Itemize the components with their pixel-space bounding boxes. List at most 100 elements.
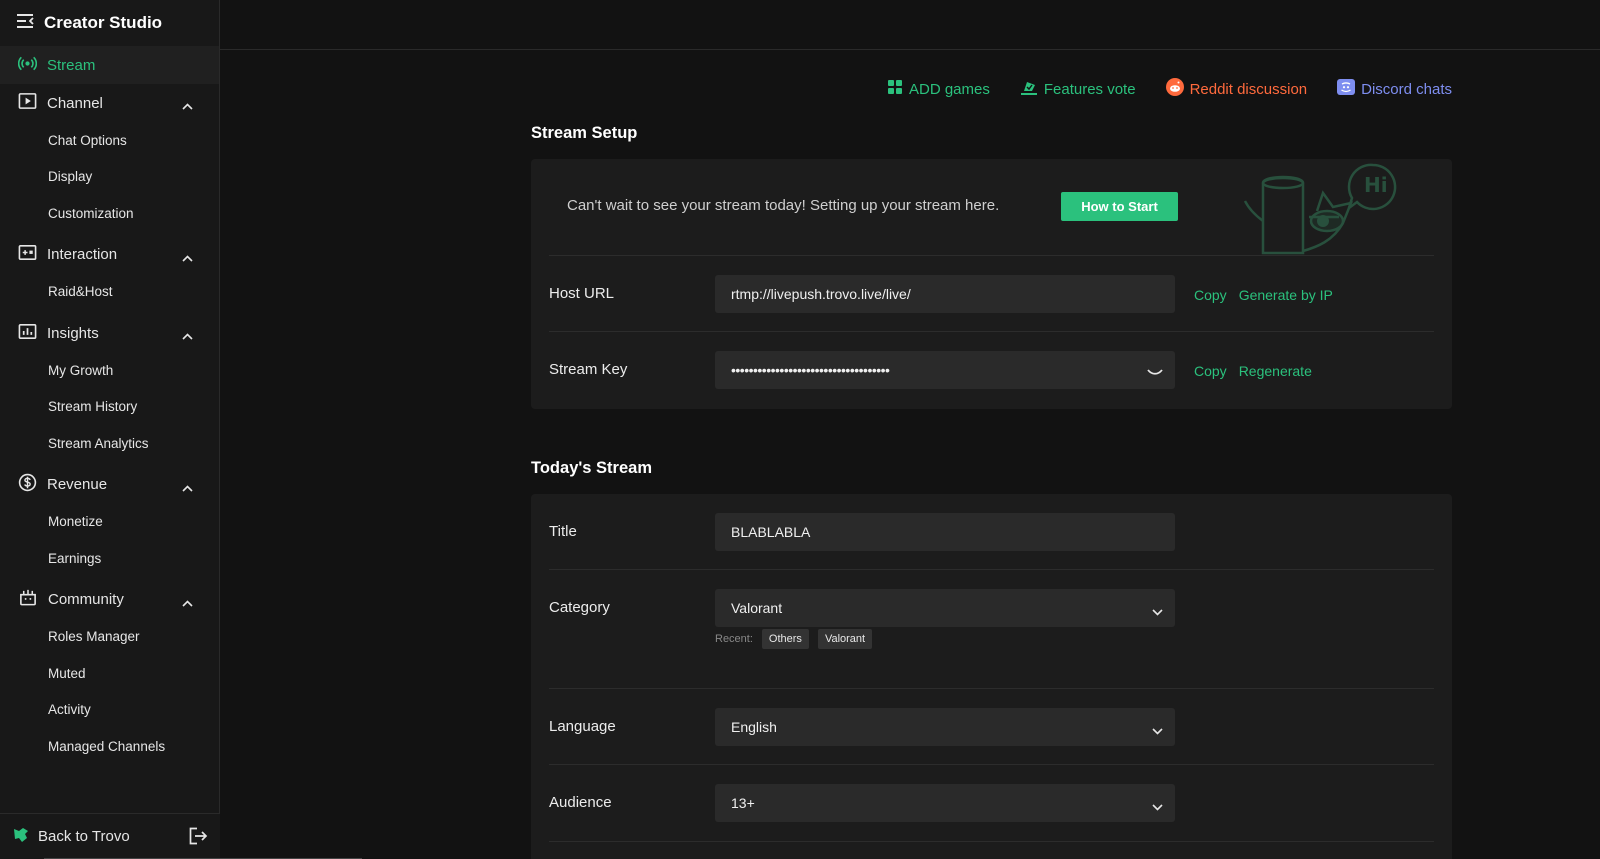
- category-value: Valorant: [731, 600, 783, 616]
- sidebar-group-interaction[interactable]: Interaction: [0, 236, 219, 274]
- language-row: Language English: [549, 689, 1434, 765]
- sidebar-item-label: Stream: [47, 56, 96, 74]
- category-select[interactable]: Valorant: [715, 589, 1175, 627]
- host-url-value: rtmp://livepush.trovo.live/live/: [731, 286, 911, 302]
- copy-host-url-button[interactable]: Copy: [1194, 287, 1227, 303]
- back-to-trovo-label: Back to Trovo: [38, 828, 130, 845]
- language-select[interactable]: English: [715, 708, 1175, 746]
- sidebar-group-label: Interaction: [47, 246, 118, 263]
- reddit-discussion-link[interactable]: Reddit discussion: [1165, 78, 1308, 100]
- chevron-up-icon: [182, 249, 193, 266]
- vote-icon: [1020, 79, 1038, 99]
- language-label: Language: [549, 718, 616, 735]
- top-bar: [220, 0, 1600, 50]
- chevron-up-icon: [182, 479, 193, 496]
- stream-key-label: Stream Key: [549, 361, 628, 378]
- app-title: Creator Studio: [44, 13, 163, 32]
- sidebar-group-insights[interactable]: Insights: [0, 314, 219, 352]
- dollar-icon: [18, 473, 37, 496]
- features-vote-label: Features vote: [1043, 80, 1136, 98]
- sidebar-item-my-growth[interactable]: My Growth: [0, 352, 219, 389]
- reddit-icon: [1165, 78, 1184, 100]
- community-icon: [18, 588, 38, 611]
- gamepad-icon: [18, 244, 37, 265]
- sidebar-group-revenue[interactable]: Revenue: [0, 466, 219, 504]
- copy-stream-key-button[interactable]: Copy: [1194, 363, 1227, 379]
- audience-select[interactable]: 13+: [715, 784, 1175, 822]
- brand: Creator Studio: [0, 0, 219, 46]
- play-screen-icon: [18, 92, 37, 114]
- setup-intro-row: Can't wait to see your stream today! Set…: [549, 159, 1434, 256]
- audience-label: Audience: [549, 794, 612, 811]
- sidebar-group-label: Revenue: [47, 476, 108, 493]
- regenerate-key-button[interactable]: Regenerate: [1239, 363, 1312, 379]
- features-vote-link[interactable]: Features vote: [1020, 78, 1136, 100]
- discord-icon: [1337, 78, 1356, 100]
- sidebar-group-label: Channel: [47, 94, 103, 112]
- chevron-down-icon: [1152, 603, 1163, 619]
- sidebar: Creator Studio Stream Channel Chat Optio…: [0, 0, 362, 859]
- recent-label: Recent:: [715, 633, 753, 645]
- sidebar-item-monetize[interactable]: Monetize: [0, 504, 219, 541]
- recent-tag-others[interactable]: Others: [761, 629, 809, 649]
- chevron-up-icon: [182, 594, 193, 611]
- sidebar-item-activity[interactable]: Activity: [0, 692, 219, 729]
- community-links: ADD games Features vote Reddit discussio…: [887, 78, 1452, 100]
- sidebar-item-roles-manager[interactable]: Roles Manager: [0, 619, 219, 656]
- stream-key-value: ••••••••••••••••••••••••••••••••••••: [731, 362, 890, 378]
- eye-closed-icon[interactable]: [1147, 363, 1163, 379]
- stream-setup-title: Stream Setup: [531, 124, 638, 142]
- back-to-trovo-link[interactable]: Back to Trovo: [0, 813, 220, 859]
- sidebar-item-display[interactable]: Display: [0, 159, 219, 196]
- category-label: Category: [549, 599, 610, 616]
- logout-icon[interactable]: [188, 827, 208, 849]
- how-to-start-button[interactable]: How to Start: [1061, 192, 1178, 221]
- mascot-illustration: Hi: [1223, 161, 1398, 260]
- todays-stream-title: Today's Stream: [531, 459, 652, 477]
- sidebar-group-label: Community: [48, 591, 124, 608]
- host-url-field[interactable]: rtmp://livepush.trovo.live/live/: [715, 275, 1175, 313]
- sidebar-item-managed-channels[interactable]: Managed Channels: [0, 728, 219, 765]
- reddit-discussion-label: Reddit discussion: [1189, 80, 1308, 98]
- grid-icon: [887, 79, 903, 99]
- stream-key-field[interactable]: ••••••••••••••••••••••••••••••••••••: [715, 351, 1175, 389]
- generate-by-ip-button[interactable]: Generate by IP: [1239, 287, 1333, 303]
- title-row: Title BLABLABLA: [549, 494, 1434, 570]
- broadcast-icon: [17, 54, 38, 77]
- sidebar-item-raid-host[interactable]: Raid&Host: [0, 274, 219, 311]
- sidebar-group-channel[interactable]: Channel: [0, 84, 219, 122]
- chevron-up-icon: [182, 327, 193, 344]
- stream-setup-card: Can't wait to see your stream today! Set…: [531, 159, 1452, 409]
- language-value: English: [731, 719, 777, 735]
- audience-value: 13+: [731, 795, 755, 811]
- chevron-up-icon: [182, 97, 193, 114]
- menu-collapse-icon[interactable]: [16, 13, 34, 34]
- recent-tag-valorant[interactable]: Valorant: [817, 629, 873, 649]
- sidebar-group-label: Insights: [47, 324, 99, 342]
- todays-stream-card: Title BLABLABLA Category Valorant Recent…: [531, 494, 1452, 859]
- title-input[interactable]: BLABLABLA: [715, 513, 1175, 551]
- host-url-row: Host URL rtmp://livepush.trovo.live/live…: [549, 256, 1434, 332]
- setup-message: Can't wait to see your stream today! Set…: [567, 197, 1000, 214]
- stream-key-row: Stream Key •••••••••••••••••••••••••••••…: [549, 332, 1434, 409]
- bar-chart-icon: [18, 323, 37, 344]
- sidebar-item-stream-history[interactable]: Stream History: [0, 389, 219, 426]
- illustration-hi-text: Hi: [1364, 173, 1388, 197]
- sidebar-item-stream[interactable]: Stream: [0, 46, 219, 84]
- discord-chats-label: Discord chats: [1361, 80, 1452, 98]
- audience-row: Audience 13+: [549, 765, 1434, 842]
- sidebar-item-earnings[interactable]: Earnings: [0, 540, 219, 577]
- chevron-down-icon: [1152, 722, 1163, 738]
- sidebar-item-customization[interactable]: Customization: [0, 195, 219, 232]
- sidebar-item-chat-options[interactable]: Chat Options: [0, 122, 219, 159]
- sidebar-item-stream-analytics[interactable]: Stream Analytics: [0, 425, 219, 462]
- trovo-logo-icon: [12, 826, 30, 848]
- sidebar-item-muted[interactable]: Muted: [0, 655, 219, 692]
- add-games-link[interactable]: ADD games: [887, 78, 990, 100]
- category-row: Category Valorant Recent: Others Valoran…: [549, 570, 1434, 689]
- host-url-label: Host URL: [549, 285, 615, 302]
- title-value: BLABLABLA: [731, 524, 811, 540]
- discord-chats-link[interactable]: Discord chats: [1337, 78, 1452, 100]
- add-games-label: ADD games: [908, 80, 990, 98]
- sidebar-group-community[interactable]: Community: [0, 581, 219, 619]
